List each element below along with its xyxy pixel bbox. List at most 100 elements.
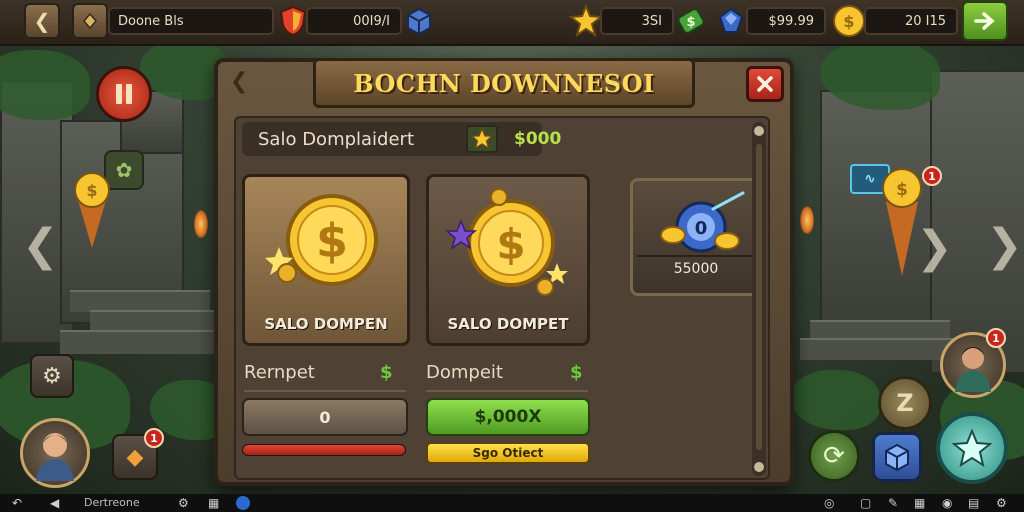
system-back-icon[interactable]: ↶	[12, 496, 22, 510]
shield-icon	[276, 4, 310, 38]
right-column-cash-icon: $	[570, 362, 583, 383]
svg-text:$: $	[496, 220, 525, 269]
pause-icon	[116, 84, 132, 104]
system-app-icon[interactable]	[236, 496, 250, 510]
svg-text:$: $	[316, 214, 348, 268]
right-column-divider	[426, 390, 588, 392]
system-grid-icon[interactable]: ▦	[208, 496, 219, 510]
system-icon-5[interactable]: ◉	[942, 496, 952, 510]
arrow-left-icon: ❮	[33, 9, 51, 33]
system-gear-icon[interactable]: ⚙	[178, 496, 189, 510]
back-button[interactable]: ❮	[24, 3, 60, 39]
close-icon	[757, 76, 773, 92]
tag-icon: ◆	[126, 444, 144, 470]
chips-icon: 0	[660, 191, 745, 253]
left-progress-bar	[242, 444, 406, 456]
npc-portrait-icon	[955, 347, 991, 392]
svg-text:0: 0	[695, 218, 708, 239]
action-button[interactable]	[936, 412, 1008, 484]
svg-text:$: $	[686, 15, 695, 30]
buy-button[interactable]: $,000X	[426, 398, 590, 436]
svg-text:$: $	[896, 180, 908, 200]
marker-badge: 1	[922, 166, 942, 186]
buy-button-label: $,000X	[474, 407, 542, 427]
coin-pile-icon: $	[445, 188, 568, 296]
build-button[interactable]: Z	[878, 376, 932, 430]
pause-button[interactable]	[96, 66, 152, 122]
system-bar-label: Dertreone	[84, 496, 140, 509]
left-value-field[interactable]: 0	[242, 398, 408, 436]
top-bar: ❮ Doone Bls 00I9/I 3SI $ $99.99 $ 20 I15	[0, 0, 1024, 46]
system-icon-7[interactable]: ⚙	[996, 496, 1007, 510]
next-button[interactable]	[962, 1, 1008, 41]
scroll-track	[756, 144, 762, 450]
gear-icon: ⚙	[42, 363, 62, 389]
chevron-right-icon[interactable]: ❯	[916, 226, 953, 270]
system-icon-4[interactable]: ▦	[914, 496, 925, 510]
system-icon-3[interactable]: ✎	[888, 496, 898, 510]
chevron-left-icon[interactable]: ❮	[22, 224, 59, 268]
reward-card-2[interactable]: $ SALO DOMPET	[426, 174, 590, 346]
resource-box-1: 00I9/I	[306, 7, 402, 35]
inventory-badge: 1	[144, 428, 164, 448]
system-home-icon[interactable]: ◀	[50, 496, 59, 510]
player-portrait-icon	[36, 433, 74, 481]
left-progress-fill	[243, 445, 405, 455]
reward-card-1-label: SALO DOMPEN	[264, 315, 388, 333]
star-action-icon	[952, 428, 992, 468]
resource-box-2: 3SI	[600, 7, 674, 35]
arrow-right-icon	[974, 12, 995, 30]
scroll-up-cap	[754, 126, 764, 136]
subheader-label: Salo Domplaidert	[258, 128, 415, 150]
star-icon	[568, 3, 604, 39]
system-bar: ↶ ◀ Dertreone ⚙ ▦ ◎ ▢ ✎ ▦ ◉ ▤ ⚙	[0, 494, 1024, 512]
reward-card-3-value: 55000	[673, 261, 719, 277]
system-icon-2[interactable]: ▢	[860, 496, 871, 510]
reward-card-3[interactable]: 0 55000	[630, 178, 762, 296]
resource-box-3: $99.99	[746, 7, 826, 35]
coin-icon: $	[830, 2, 868, 40]
player-name-box: Doone Bls	[108, 7, 274, 35]
dialog-content: Salo Domplaidert $000 $ SALO DOMPEN $ SA…	[234, 116, 770, 480]
system-icon-6[interactable]: ▤	[968, 496, 979, 510]
subheader-star-chip	[466, 125, 498, 153]
crate-icon	[402, 4, 436, 38]
subheader-amount: $000	[514, 129, 562, 149]
resource-value-2: 3SI	[641, 13, 662, 29]
leaf-icon: ✿	[115, 158, 133, 182]
resource-value-4: 20 I15	[904, 13, 946, 29]
card-divider	[637, 255, 755, 257]
banner-arrow-left-icon: ❮	[230, 69, 249, 94]
chevron-right-outer-icon[interactable]: ❯	[986, 224, 1023, 268]
scroll-down-cap	[754, 462, 764, 472]
svg-text:$: $	[86, 181, 97, 200]
gold-coin-icon: $	[265, 194, 378, 286]
resource-value-3: $99.99	[768, 13, 815, 29]
refresh-button[interactable]: ⟳	[808, 430, 860, 482]
cash-icon: $	[674, 4, 708, 38]
secondary-button-label: Sgo Otiect	[472, 446, 544, 460]
dialog-title: BOCHN DOWNNESOI	[353, 68, 655, 98]
hammer-icon: Z	[896, 389, 914, 417]
reward-card-1[interactable]: $ SALO DOMPEN	[242, 174, 410, 346]
subheader: Salo Domplaidert $000	[242, 122, 561, 156]
resource-value-1: 00I9/I	[353, 13, 390, 29]
system-icon-1[interactable]: ◎	[824, 496, 834, 510]
reward-card-2-label: SALO DOMPET	[447, 315, 569, 333]
left-column-cash-icon: $	[380, 362, 393, 383]
player-name: Doone Bls	[118, 13, 184, 29]
coin-marker-left-icon: $	[72, 160, 112, 250]
dialog-scrollbar[interactable]	[752, 122, 766, 476]
settings-button[interactable]: ⚙	[30, 354, 74, 398]
crate-button[interactable]	[872, 432, 922, 482]
profile-button[interactable]	[72, 3, 108, 39]
resource-box-4: 20 I15	[864, 7, 958, 35]
star-icon	[471, 128, 493, 150]
close-button[interactable]	[746, 66, 784, 102]
avatar-left[interactable]	[20, 418, 90, 488]
gem-icon	[714, 4, 748, 38]
secondary-button[interactable]: Sgo Otiect	[426, 442, 590, 464]
leaf-emblem-icon	[83, 12, 97, 30]
box-icon	[885, 443, 909, 472]
avatar-badge: 1	[986, 328, 1006, 348]
